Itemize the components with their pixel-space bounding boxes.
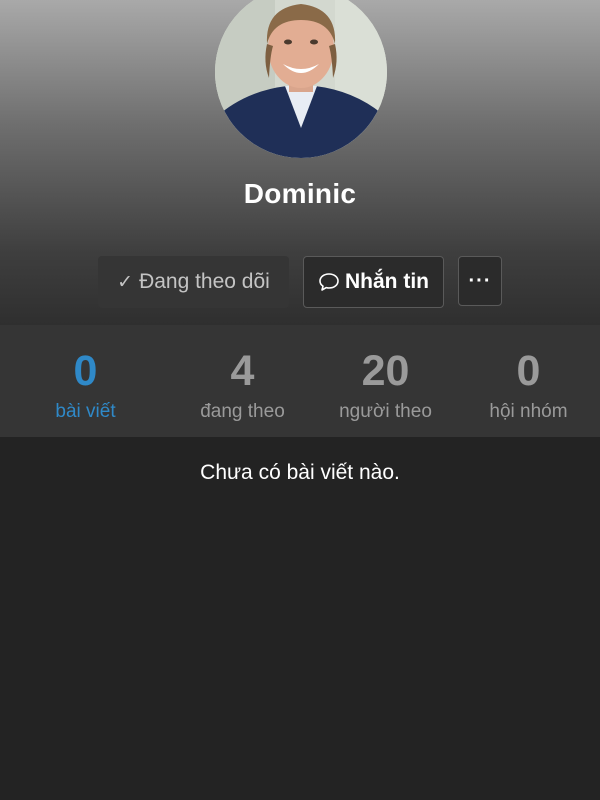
stat-followers[interactable]: 20 người theo bbox=[314, 325, 457, 437]
stat-label: người theo bbox=[339, 401, 432, 422]
following-button[interactable]: ✓ Đang theo dõi bbox=[98, 256, 289, 308]
profile-actions: ✓ Đang theo dõi Nhắn tin ··· bbox=[0, 256, 600, 310]
stat-count: 20 bbox=[361, 347, 410, 395]
stat-label: hội nhóm bbox=[489, 401, 568, 422]
following-button-label: Đang theo dõi bbox=[139, 270, 270, 293]
more-options-button[interactable]: ··· bbox=[458, 256, 502, 306]
stat-posts[interactable]: 0 bài viết bbox=[0, 325, 171, 437]
avatar[interactable] bbox=[215, 0, 387, 158]
chat-bubble-icon bbox=[319, 273, 339, 291]
stat-label: đang theo bbox=[200, 401, 285, 422]
avatar-photo bbox=[215, 0, 387, 158]
stat-count: 4 bbox=[230, 347, 255, 395]
empty-feed-message: Chưa có bài viết nào. bbox=[200, 461, 400, 484]
message-button-label: Nhắn tin bbox=[345, 270, 429, 293]
stat-groups[interactable]: 0 hội nhóm bbox=[457, 325, 600, 437]
stat-count: 0 bbox=[516, 347, 541, 395]
more-icon: ··· bbox=[468, 269, 492, 292]
profile-stats: 0 bài viết 4 đang theo 20 người theo 0 h… bbox=[0, 325, 600, 437]
check-icon: ✓ bbox=[117, 271, 134, 293]
profile-page: Dominic ✓ Đang theo dõi Nhắn tin ··· 0 b… bbox=[0, 0, 600, 800]
profile-header: Dominic ✓ Đang theo dõi Nhắn tin ··· bbox=[0, 0, 600, 325]
stat-label: bài viết bbox=[55, 401, 116, 422]
profile-name: Dominic bbox=[243, 178, 357, 209]
message-button[interactable]: Nhắn tin bbox=[303, 256, 444, 308]
stat-count: 0 bbox=[73, 347, 98, 395]
stat-following[interactable]: 4 đang theo bbox=[171, 325, 314, 437]
